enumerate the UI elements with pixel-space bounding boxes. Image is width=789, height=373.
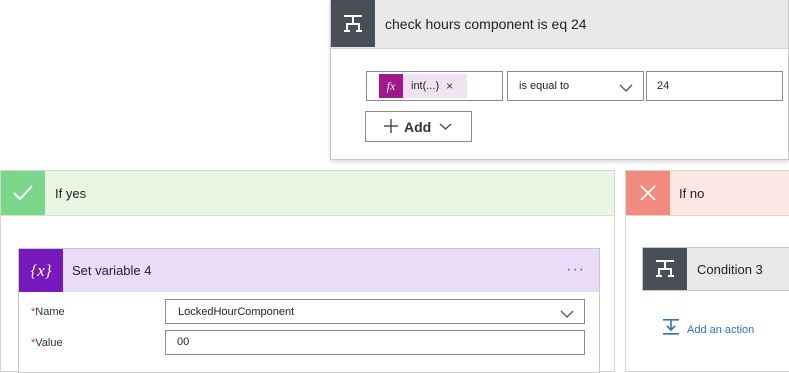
condition-left-operand[interactable]: fx int(...) × [366,71,503,101]
if-no-branch: If no Condition 3 Add an action [625,170,789,372]
add-action-icon [661,317,681,342]
condition-icon [643,248,687,290]
operator-dropdown[interactable]: is equal to [507,71,644,101]
set-variable-header[interactable]: {x} Set variable 4 ··· [19,249,599,292]
condition-card: check hours component is eq 24 fx int(..… [330,0,789,160]
close-icon[interactable]: × [446,79,453,93]
add-action-link[interactable]: Add an action [661,317,754,342]
token-label: int(...) [411,80,440,92]
chevron-down-icon [439,118,452,136]
name-dropdown-value: LockedHourComponent [178,306,295,318]
value-field-label: *Value [31,337,63,349]
condition-icon [331,0,375,47]
value-input[interactable]: 00 [165,330,585,355]
set-variable-title: Set variable 4 [72,263,152,278]
condition-title: check hours component is eq 24 [385,16,587,32]
add-label: Add [404,118,432,135]
condition-right-operand[interactable]: 24 [646,71,783,101]
expression-token[interactable]: fx int(...) × [379,74,467,98]
add-button[interactable]: Add [365,111,472,142]
chevron-down-icon [619,80,633,98]
name-field-label: *Name [31,306,65,318]
set-variable-card: {x} Set variable 4 ··· *Name LockedHourC… [18,248,600,373]
chevron-down-icon [560,306,574,324]
name-dropdown[interactable]: LockedHourComponent [165,299,585,324]
if-no-title: If no [679,186,705,201]
cross-icon [626,171,670,215]
fx-icon: fx [379,74,403,98]
if-no-header: If no [626,171,789,216]
if-yes-branch: If yes {x} Set variable 4 ··· *Name Lock… [0,170,615,373]
name-label-text: Name [35,306,65,318]
variable-icon: {x} [19,249,63,292]
more-options-icon[interactable]: ··· [566,261,585,279]
checkmark-icon [1,171,45,215]
add-action-label: Add an action [687,323,755,336]
condition-3-card[interactable]: Condition 3 [642,247,789,291]
if-yes-title: If yes [55,186,87,201]
plus-icon [384,118,398,136]
if-yes-header: If yes [1,171,614,216]
condition-3-title: Condition 3 [697,262,763,277]
value-label-text: Value [35,337,63,349]
condition-header[interactable]: check hours component is eq 24 [331,0,788,49]
operator-value: is equal to [519,80,570,92]
